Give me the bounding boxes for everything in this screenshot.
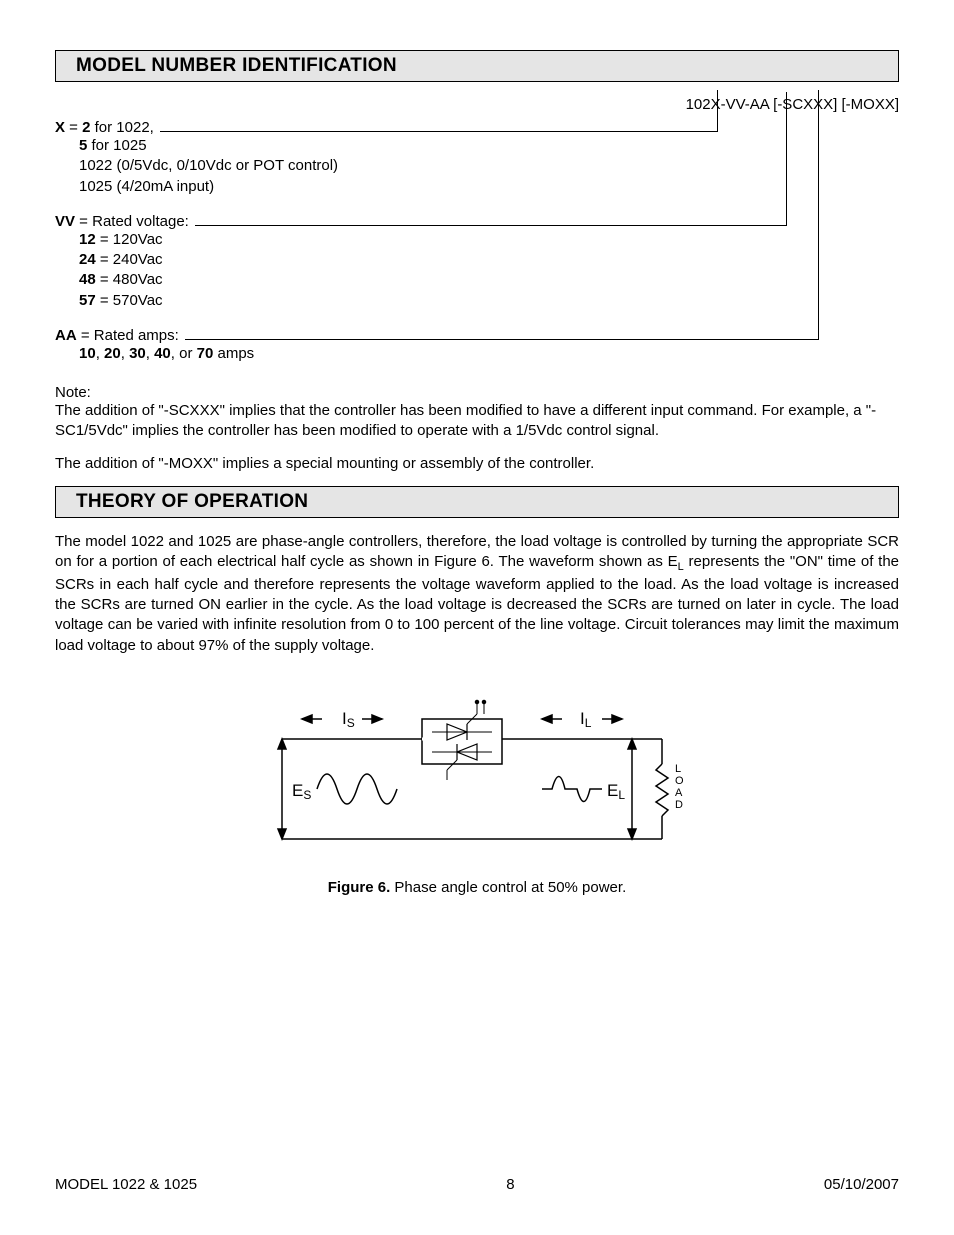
label-il: IL	[580, 709, 592, 730]
breakdown-x: X = 2 for 1022, 5 for 1025 1022 (0/5Vdc,…	[55, 119, 899, 197]
note-paragraph-2: The addition of "-MOXX" implies a specia…	[55, 454, 899, 474]
phase-angle-diagram: IS IL ES EL L O A D	[262, 684, 692, 859]
vv-48: 48 = 480Vac	[79, 270, 899, 290]
page-footer: MODEL 1022 & 1025 8 05/10/2007	[55, 1176, 899, 1193]
theory-paragraph: The model 1022 and 1025 are phase-angle …	[55, 532, 899, 656]
figure-caption: Figure 6. Phase angle control at 50% pow…	[55, 879, 899, 896]
label-is: IS	[342, 709, 355, 730]
aa-values: 10, 20, 30, 40, or 70 amps	[79, 344, 899, 364]
x-sub3: 1025 (4/20mA input)	[79, 177, 899, 197]
breakdown-aa: AA = Rated amps: 10, 20, 30, 40, or 70 a…	[55, 327, 899, 364]
label-load-d: D	[675, 799, 683, 811]
model-number-format: 102X-VV-AA [-SCXXX] [-MOXX]	[55, 96, 899, 113]
footer-date: 05/10/2007	[824, 1176, 899, 1193]
footer-model: MODEL 1022 & 1025	[55, 1176, 197, 1193]
label-el: EL	[607, 781, 625, 802]
label-load-o: O	[675, 775, 684, 787]
section-title: THEORY OF OPERATION	[76, 491, 888, 513]
breakdown-vv: VV = Rated voltage: 12 = 120Vac 24 = 240…	[55, 213, 899, 311]
vv-57: 57 = 570Vac	[79, 291, 899, 311]
figure-6: IS IL ES EL L O A D	[55, 684, 899, 859]
section-header-theory: THEORY OF OPERATION	[55, 486, 899, 518]
note-paragraph-1: The addition of "-SCXXX" implies that th…	[55, 401, 899, 442]
aa-label: AA = Rated amps:	[55, 327, 179, 344]
label-load-a: A	[675, 787, 683, 799]
section-header-model-id: MODEL NUMBER IDENTIFICATION	[55, 50, 899, 82]
x-sub2: 1022 (0/5Vdc, 0/10Vdc or POT control)	[79, 156, 899, 176]
section-title: MODEL NUMBER IDENTIFICATION	[76, 55, 888, 77]
model-breakdown: X = 2 for 1022, 5 for 1025 1022 (0/5Vdc,…	[55, 119, 899, 364]
vv-24: 24 = 240Vac	[79, 250, 899, 270]
label-es: ES	[292, 781, 311, 802]
footer-page-number: 8	[506, 1176, 514, 1193]
leader-line	[195, 225, 787, 226]
leader-line	[185, 339, 819, 340]
vv-12: 12 = 120Vac	[79, 230, 899, 250]
x-label: X = 2 for 1022,	[55, 119, 154, 136]
note-label: Note:	[55, 384, 899, 401]
label-load-l: L	[675, 763, 681, 775]
x-sub1: 5 for 1025	[79, 136, 899, 156]
vv-label: VV = Rated voltage:	[55, 213, 189, 230]
leader-line	[160, 131, 718, 132]
